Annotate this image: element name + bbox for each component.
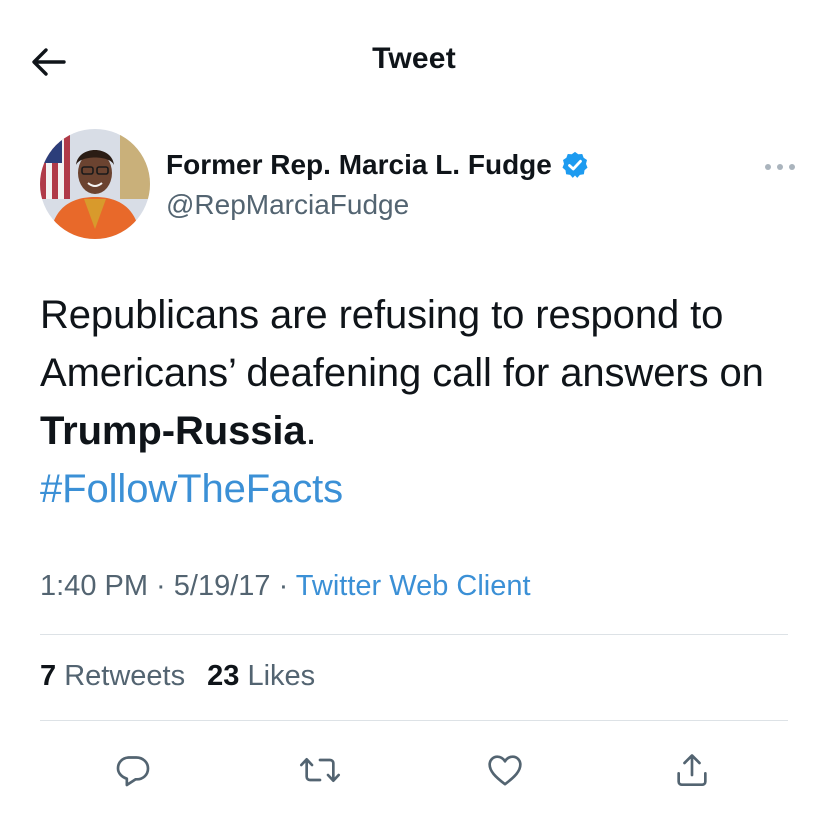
retweets-stat[interactable]: 7 Retweets [40, 660, 185, 692]
verified-badge-icon [562, 151, 588, 178]
share-button[interactable] [662, 740, 722, 800]
meta-separator: · [148, 570, 174, 602]
likes-count: 23 [207, 660, 240, 692]
retweet-button[interactable] [290, 740, 350, 800]
tweet-meta: 1:40 PM · 5/19/17 · Twitter Web Client [40, 570, 531, 603]
user-handle[interactable]: @RepMarciaFudge [166, 189, 409, 221]
meta-separator: · [270, 570, 296, 602]
retweets-count: 7 [40, 660, 57, 692]
display-name: Former Rep. Marcia L. Fudge [166, 149, 552, 180]
retweet-icon [300, 758, 340, 782]
share-icon [677, 754, 707, 786]
tweet-stats: 7 Retweets 23 Likes [40, 660, 329, 693]
like-button[interactable] [475, 740, 535, 800]
divider [40, 634, 788, 635]
tweet-text-bold: Trump-Russia [40, 409, 306, 453]
divider [40, 720, 788, 721]
tweet-date[interactable]: 5/19/17 [174, 570, 271, 602]
reply-button[interactable] [103, 740, 163, 800]
hashtag-link[interactable]: #FollowTheFacts [40, 467, 343, 511]
more-horizontal-icon [765, 164, 795, 170]
top-bar: Tweet [0, 0, 828, 124]
tweet-source-link[interactable]: Twitter Web Client [296, 570, 531, 602]
tweet-text-plain: Republicans are refusing to respond to A… [40, 293, 764, 395]
avatar-image [40, 129, 150, 239]
display-name-row[interactable]: Former Rep. Marcia L. Fudge [166, 149, 590, 181]
likes-label: Likes [247, 660, 316, 692]
reply-icon [116, 756, 150, 787]
tweet-time: 1:40 PM [40, 570, 148, 602]
tweet-text-end: . [305, 409, 317, 453]
retweets-label: Retweets [64, 660, 186, 692]
tweet-actions [0, 740, 828, 800]
like-icon [488, 755, 522, 786]
tweet-author: Former Rep. Marcia L. Fudge @RepMarciaFu… [40, 129, 800, 241]
avatar[interactable] [40, 129, 150, 239]
more-options-button[interactable] [760, 155, 800, 179]
likes-stat[interactable]: 23 Likes [207, 660, 315, 692]
page-title: Tweet [372, 42, 456, 75]
tweet-text: Republicans are refusing to respond to A… [40, 286, 800, 518]
